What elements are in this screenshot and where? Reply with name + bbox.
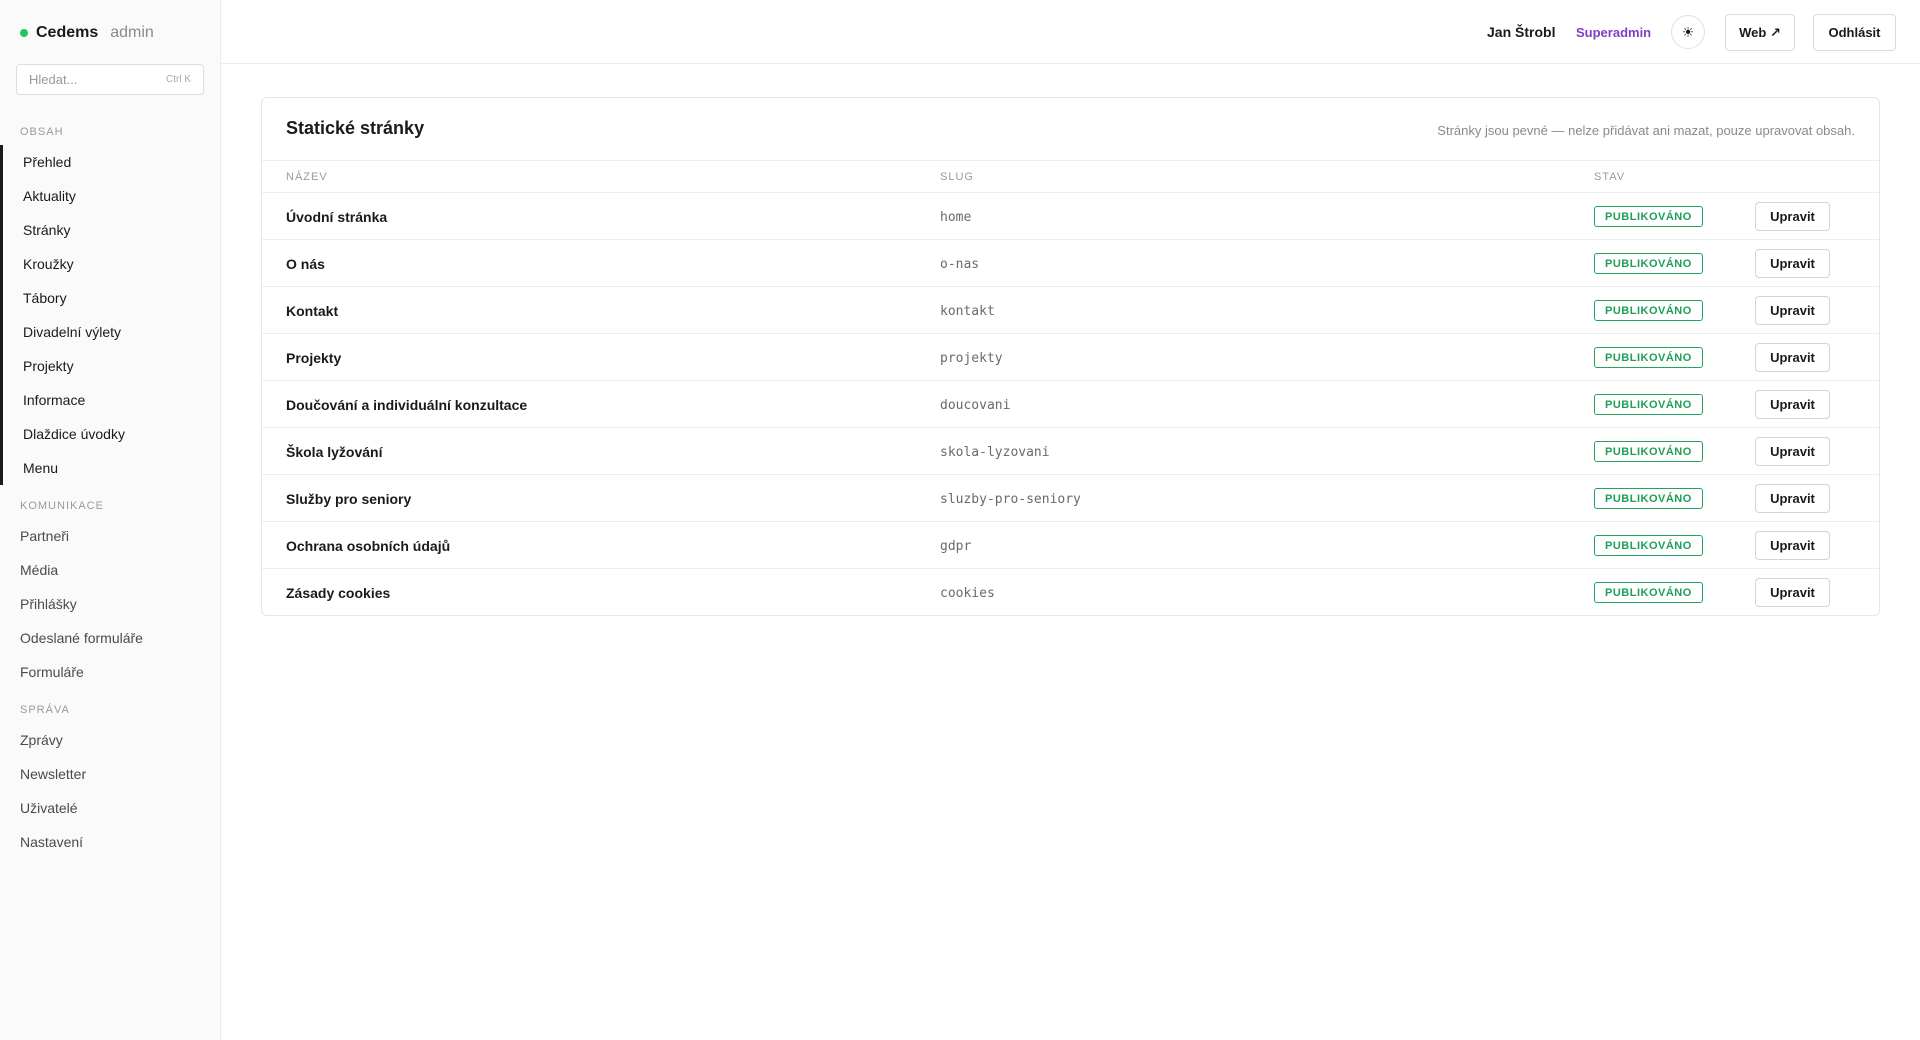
page-name: Projekty bbox=[286, 350, 342, 366]
logout-button[interactable]: Odhlásit bbox=[1813, 14, 1896, 51]
sidebar-item-nastaveni[interactable]: Nastavení bbox=[0, 825, 220, 859]
page-name: O nás bbox=[286, 256, 325, 272]
column-header-name: NÁZEV bbox=[286, 171, 328, 183]
sidebar-item-prehled[interactable]: Přehled bbox=[0, 145, 220, 179]
status-badge: PUBLIKOVÁNO bbox=[1594, 347, 1703, 368]
sidebar-item-dlazdice-uvodky[interactable]: Dlaždice úvodky bbox=[0, 417, 220, 451]
brand[interactable]: Cedems admin bbox=[20, 22, 154, 44]
sidebar-section-obsah: OBSAH bbox=[20, 126, 64, 138]
table-row: Projekty projekty PUBLIKOVÁNO Upravit bbox=[262, 334, 1879, 381]
page-slug: kontakt bbox=[940, 304, 995, 319]
page-slug: o-nas bbox=[940, 257, 980, 272]
table-row: Kontakt kontakt PUBLIKOVÁNO Upravit bbox=[262, 287, 1879, 334]
page-name: Úvodní stránka bbox=[286, 209, 388, 225]
status-badge: PUBLIKOVÁNO bbox=[1594, 535, 1703, 556]
status-badge: PUBLIKOVÁNO bbox=[1594, 253, 1703, 274]
page-name: Zásady cookies bbox=[286, 585, 391, 601]
brand-name: Cedems bbox=[36, 24, 99, 41]
status-badge: PUBLIKOVÁNO bbox=[1594, 488, 1703, 509]
column-header-slug: SLUG bbox=[940, 171, 974, 183]
sidebar-item-menu[interactable]: Menu bbox=[0, 451, 220, 485]
sidebar-item-divadelni-vylety[interactable]: Divadelní výlety bbox=[0, 315, 220, 349]
table-row: Služby pro seniory sluzby-pro-seniory PU… bbox=[262, 475, 1879, 522]
edit-button[interactable]: Upravit bbox=[1755, 249, 1830, 278]
edit-button[interactable]: Upravit bbox=[1755, 390, 1830, 419]
table-row: Zásady cookies cookies PUBLIKOVÁNO Uprav… bbox=[262, 569, 1879, 616]
edit-button[interactable]: Upravit bbox=[1755, 296, 1830, 325]
user-role-badge: Superadmin bbox=[1576, 25, 1652, 40]
page-slug: home bbox=[940, 210, 972, 225]
sidebar: Cedems admin Hledat... Ctrl K OBSAH Přeh… bbox=[0, 0, 221, 1040]
page-slug: doucovani bbox=[940, 398, 1011, 413]
table-header: NÁZEV SLUG STAV bbox=[262, 160, 1879, 193]
page-name: Škola lyžování bbox=[286, 444, 383, 460]
sidebar-section-sprava: SPRÁVA bbox=[20, 704, 70, 716]
edit-button[interactable]: Upravit bbox=[1755, 437, 1830, 466]
status-badge: PUBLIKOVÁNO bbox=[1594, 206, 1703, 227]
table-row: O nás o-nas PUBLIKOVÁNO Upravit bbox=[262, 240, 1879, 287]
page-slug: skola-lyzovani bbox=[940, 445, 1050, 460]
edit-button[interactable]: Upravit bbox=[1755, 202, 1830, 231]
table-row: Škola lyžování skola-lyzovani PUBLIKOVÁN… bbox=[262, 428, 1879, 475]
status-badge: PUBLIKOVÁNO bbox=[1594, 582, 1703, 603]
sidebar-item-prihlasky[interactable]: Přihlášky bbox=[0, 587, 220, 621]
status-badge: PUBLIKOVÁNO bbox=[1594, 394, 1703, 415]
sidebar-item-zpravy[interactable]: Zprávy bbox=[0, 723, 220, 757]
page-title: Statické stránky bbox=[286, 118, 425, 138]
status-dot-icon bbox=[20, 29, 28, 37]
main-content: Jan Štrobl Superadmin ☀ Web ↗ Odhlásit S… bbox=[221, 0, 1920, 1040]
web-link-button[interactable]: Web ↗ bbox=[1725, 14, 1795, 51]
status-badge: PUBLIKOVÁNO bbox=[1594, 300, 1703, 321]
brand-sub: admin bbox=[110, 24, 154, 41]
panel-note: Stránky jsou pevné — nelze přidávat ani … bbox=[1437, 123, 1855, 138]
status-badge: PUBLIKOVÁNO bbox=[1594, 441, 1703, 462]
sidebar-item-formulare[interactable]: Formuláře bbox=[0, 655, 220, 689]
table-row: Ochrana osobních údajů gdpr PUBLIKOVÁNO … bbox=[262, 522, 1879, 569]
edit-button[interactable]: Upravit bbox=[1755, 484, 1830, 513]
search-input[interactable]: Hledat... Ctrl K bbox=[16, 64, 204, 95]
table-row: Úvodní stránka home PUBLIKOVÁNO Upravit bbox=[262, 193, 1879, 240]
sidebar-item-partneri[interactable]: Partneři bbox=[0, 519, 220, 553]
page-name: Služby pro seniory bbox=[286, 491, 412, 507]
edit-button[interactable]: Upravit bbox=[1755, 531, 1830, 560]
page-slug: projekty bbox=[940, 351, 1003, 366]
sidebar-item-krouzky[interactable]: Kroužky bbox=[0, 247, 220, 281]
sidebar-item-informace[interactable]: Informace bbox=[0, 383, 220, 417]
page-name: Kontakt bbox=[286, 303, 339, 319]
table-row: Doučování a individuální konzultace douc… bbox=[262, 381, 1879, 428]
sun-icon: ☀ bbox=[1681, 23, 1695, 40]
sidebar-item-newsletter[interactable]: Newsletter bbox=[0, 757, 220, 791]
sidebar-item-stranky[interactable]: Stránky bbox=[0, 213, 220, 247]
sidebar-section-komunikace: KOMUNIKACE bbox=[20, 500, 104, 512]
page-slug: sluzby-pro-seniory bbox=[940, 492, 1081, 507]
static-pages-panel: Statické stránky Stránky jsou pevné — ne… bbox=[261, 97, 1880, 616]
sidebar-item-media[interactable]: Média bbox=[0, 553, 220, 587]
user-name: Jan Štrobl bbox=[1487, 24, 1556, 40]
sidebar-item-aktuality[interactable]: Aktuality bbox=[0, 179, 220, 213]
theme-toggle-button[interactable]: ☀ bbox=[1671, 15, 1705, 49]
page-name: Doučování a individuální konzultace bbox=[286, 397, 528, 413]
topbar: Jan Štrobl Superadmin ☀ Web ↗ Odhlásit bbox=[221, 0, 1920, 64]
page-slug: cookies bbox=[940, 586, 995, 601]
sidebar-item-uzivatele[interactable]: Uživatelé bbox=[0, 791, 220, 825]
edit-button[interactable]: Upravit bbox=[1755, 578, 1830, 607]
sidebar-item-projekty[interactable]: Projekty bbox=[0, 349, 220, 383]
search-shortcut: Ctrl K bbox=[166, 74, 191, 85]
column-header-status: STAV bbox=[1594, 171, 1626, 183]
page-slug: gdpr bbox=[940, 539, 972, 554]
edit-button[interactable]: Upravit bbox=[1755, 343, 1830, 372]
sidebar-item-odeslane-formulare[interactable]: Odeslané formuláře bbox=[0, 621, 220, 655]
sidebar-item-tabory[interactable]: Tábory bbox=[0, 281, 220, 315]
search-placeholder: Hledat... bbox=[29, 72, 78, 87]
page-name: Ochrana osobních údajů bbox=[286, 538, 451, 554]
